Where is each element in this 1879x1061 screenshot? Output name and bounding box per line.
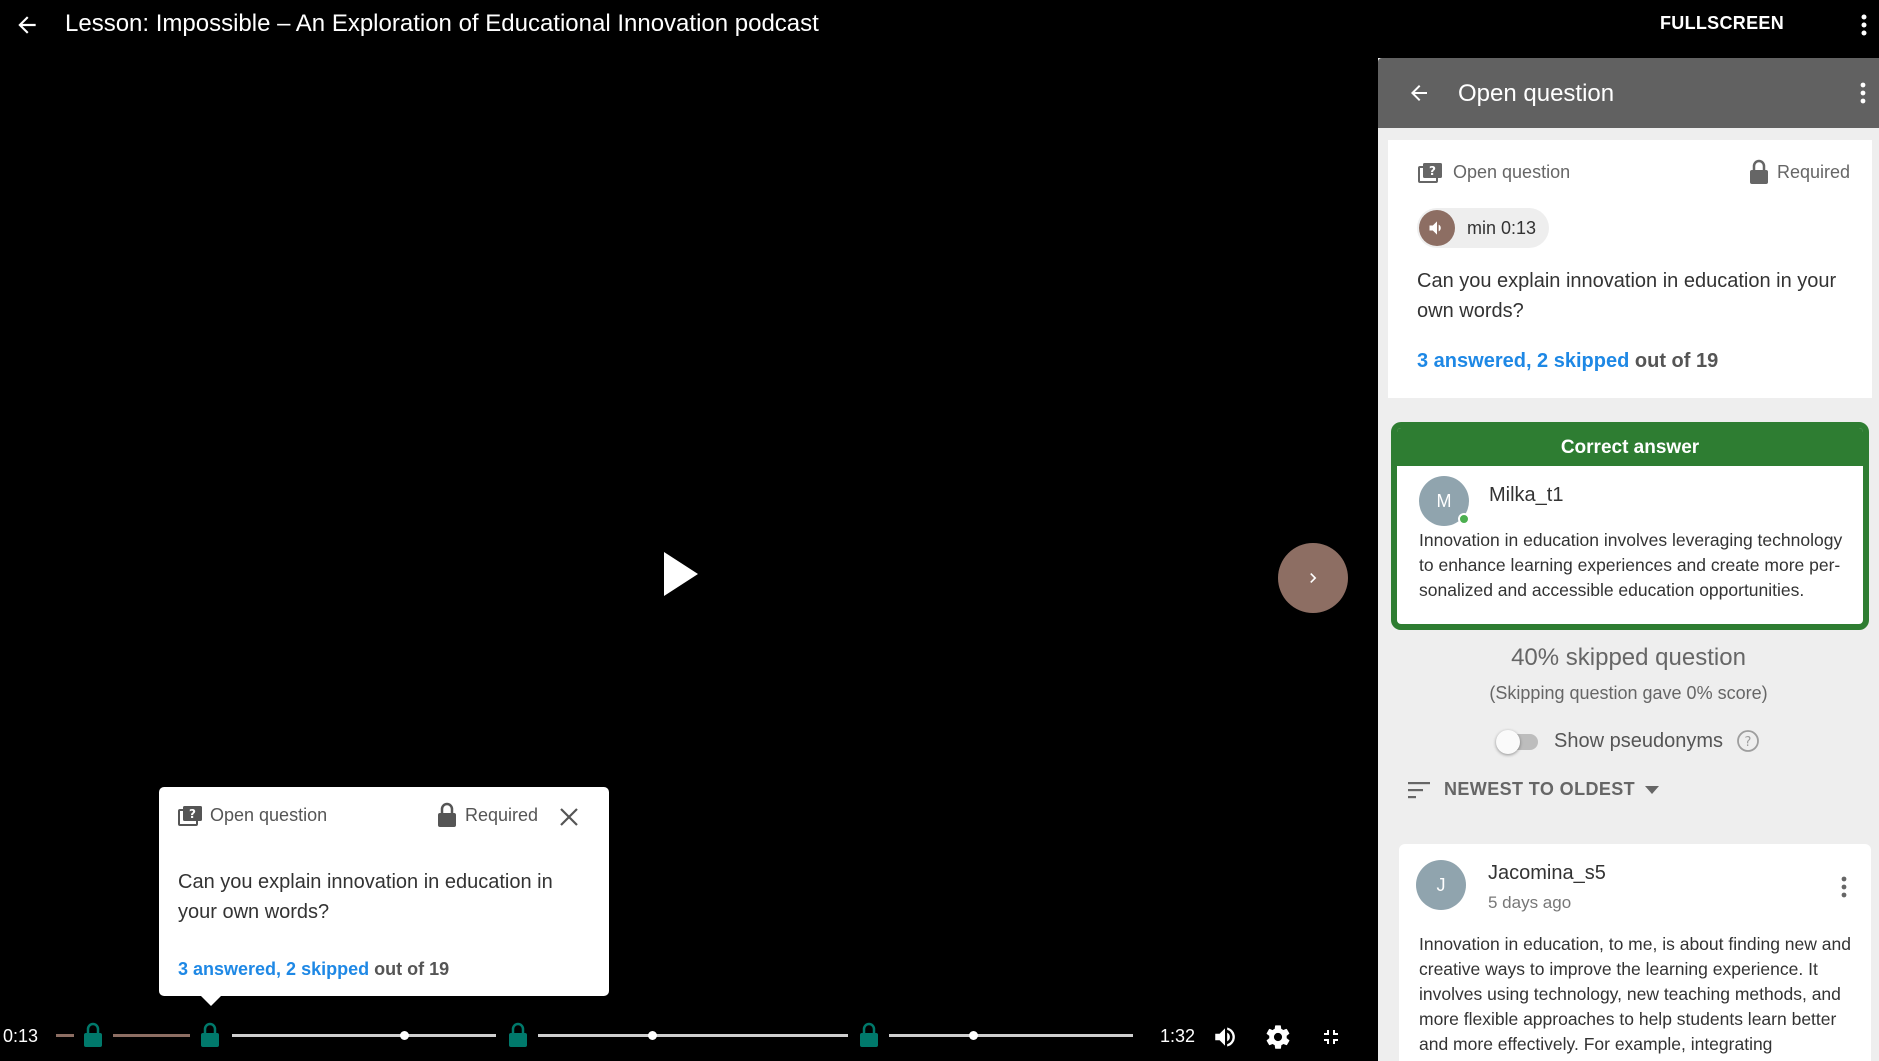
timestamp-chip[interactable]: min 0:13 bbox=[1417, 208, 1549, 248]
answer-stats: 3 answered, 2 skipped out of 19 bbox=[178, 959, 449, 980]
timeline-marker[interactable] bbox=[400, 1031, 409, 1040]
progress-played[interactable] bbox=[56, 1034, 74, 1037]
answer-stats-link[interactable]: 3 answered, 2 skipped bbox=[1417, 350, 1629, 372]
required-label: Required bbox=[465, 804, 539, 825]
answer-author: Jacomina_s5 bbox=[1488, 862, 1606, 884]
end-time: 1:32 bbox=[1160, 1026, 1196, 1046]
svg-text:?: ? bbox=[1429, 164, 1436, 178]
lock-icon bbox=[438, 802, 456, 827]
fullscreen-button[interactable]: FULLSCREEN bbox=[1660, 13, 1784, 34]
svg-text:?: ? bbox=[189, 807, 196, 821]
settings-gear-icon[interactable] bbox=[1263, 1022, 1293, 1052]
more-vert-icon[interactable] bbox=[1853, 78, 1873, 108]
question-card: ? Open question Required min 0:13 Can yo… bbox=[1388, 140, 1872, 398]
required-badge: Required bbox=[1749, 159, 1850, 185]
current-time: 0:13 bbox=[3, 1026, 39, 1046]
timeline-marker[interactable] bbox=[648, 1031, 657, 1040]
play-icon[interactable] bbox=[660, 550, 710, 606]
progress-track[interactable] bbox=[232, 1034, 496, 1037]
answer-stats-total: out of 19 bbox=[1629, 350, 1719, 372]
question-popup: ? Open question Required Can you explain… bbox=[159, 787, 609, 1006]
answer-stats-total: out of 19 bbox=[369, 959, 450, 979]
help-icon[interactable]: ? bbox=[1735, 728, 1761, 754]
question-type: ? Open question bbox=[178, 805, 327, 826]
answer-author: Milka_t1 bbox=[1489, 484, 1564, 506]
next-button[interactable] bbox=[1278, 543, 1348, 613]
question-panel: Open question ? Open question Required m… bbox=[1378, 58, 1879, 1061]
quiz-icon: ? bbox=[178, 805, 202, 826]
player-controls: 0:13 1:32 bbox=[0, 1012, 1378, 1061]
question-type-label: Open question bbox=[1453, 162, 1571, 182]
panel-title: Open question bbox=[1458, 80, 1615, 107]
timeline-marker[interactable] bbox=[969, 1031, 978, 1040]
skip-note: (Skipping question gave 0% score) bbox=[1489, 683, 1768, 703]
lock-marker-icon[interactable] bbox=[857, 1022, 881, 1048]
timestamp-chip-label: min 0:13 bbox=[1467, 217, 1537, 238]
sort-dropdown[interactable]: NEWEST TO OLDEST bbox=[1408, 779, 1660, 800]
answer-text: Innovation in education, to me, is about… bbox=[1419, 934, 1851, 1054]
progress-track[interactable] bbox=[889, 1034, 1133, 1037]
volume-icon[interactable] bbox=[1210, 1022, 1240, 1052]
answer-timestamp: 5 days ago bbox=[1488, 893, 1572, 912]
correct-answer-card: Correct answer M Milka_t1 Innovation in … bbox=[1391, 422, 1869, 630]
answer-stats-link[interactable]: 3 answered, 2 skipped bbox=[178, 959, 369, 979]
avatar: J bbox=[1416, 860, 1466, 910]
question-text: Can you explain innovation in education … bbox=[1417, 270, 1837, 322]
lock-marker-icon[interactable] bbox=[506, 1022, 530, 1048]
top-bar: Lesson: Impossible – An Exploration of E… bbox=[0, 0, 1879, 50]
quiz-icon: ? bbox=[1418, 162, 1442, 183]
required-label: Required bbox=[1777, 161, 1851, 182]
correct-answer-heading: Correct answer bbox=[1397, 428, 1863, 466]
exit-fullscreen-icon[interactable] bbox=[1316, 1022, 1346, 1052]
lock-marker-icon[interactable] bbox=[81, 1022, 105, 1048]
answer-stats: 3 answered, 2 skipped out of 19 bbox=[1417, 350, 1718, 373]
question-type-label: Open question bbox=[210, 805, 328, 825]
panel-header: Open question bbox=[1378, 58, 1879, 128]
sort-icon bbox=[1408, 781, 1430, 798]
lock-marker-icon[interactable] bbox=[198, 1022, 222, 1048]
back-arrow-icon[interactable] bbox=[10, 8, 44, 42]
required-badge: Required bbox=[437, 802, 538, 828]
progress-track[interactable] bbox=[538, 1034, 848, 1037]
more-vert-icon[interactable] bbox=[1834, 872, 1854, 902]
answer-card: J Jacomina_s5 5 days ago Innovation in e… bbox=[1399, 844, 1871, 1061]
lock-icon bbox=[1750, 159, 1768, 184]
caret-down-icon bbox=[1645, 785, 1660, 794]
back-arrow-icon[interactable] bbox=[1403, 77, 1435, 109]
question-text: Can you explain innovation in education … bbox=[178, 871, 553, 923]
question-type: ? Open question bbox=[1417, 162, 1570, 183]
online-status-dot bbox=[1458, 513, 1470, 525]
svg-text:?: ? bbox=[1745, 735, 1752, 750]
chevron-right-icon bbox=[1310, 573, 1317, 583]
answer-text: Innovation in education involves leverag… bbox=[1419, 530, 1843, 600]
pseudonyms-toggle-row: Show pseudonyms ? bbox=[1496, 728, 1761, 754]
sort-label: NEWEST TO OLDEST bbox=[1444, 779, 1636, 799]
close-icon[interactable] bbox=[556, 804, 582, 830]
pseudonyms-label: Show pseudonyms bbox=[1554, 729, 1723, 752]
lesson-title: Lesson: Impossible – An Exploration of E… bbox=[65, 10, 819, 37]
speaker-icon bbox=[1419, 210, 1455, 246]
progress-played[interactable] bbox=[113, 1034, 190, 1037]
pseudonyms-toggle[interactable] bbox=[1496, 730, 1542, 754]
more-vert-icon[interactable] bbox=[1852, 10, 1876, 40]
skip-percentage: 40% skipped question bbox=[1511, 644, 1746, 671]
